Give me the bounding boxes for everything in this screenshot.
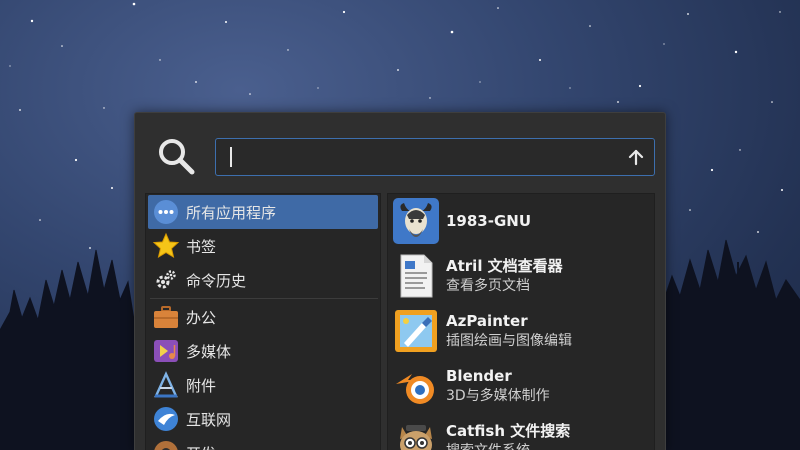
app-description: 3D与多媒体制作 (446, 388, 550, 404)
text-caret (230, 147, 232, 167)
application-list: 1983-GNU Atril 文档查看器 查看多页文档 AzPainter 插图… (387, 193, 655, 450)
application-menu: 所有应用程序 书签 命令历史 办公 多媒体 附件 互联网 1983-GNU At… (134, 112, 666, 450)
internet-icon (152, 405, 180, 433)
category-label: 所有应用程序 (186, 203, 277, 222)
accessories-icon (152, 371, 180, 399)
clear-arrow-icon[interactable] (626, 147, 646, 167)
category-bookmarks[interactable]: 书签 (148, 229, 378, 263)
document-viewer-icon (392, 252, 440, 300)
star-icon (152, 232, 180, 260)
category-separator (150, 298, 378, 299)
category-all-apps[interactable]: 所有应用程序 (148, 195, 378, 229)
app-item-azpainter[interactable]: AzPainter 插图绘画与图像编辑 (390, 304, 652, 358)
app-name: Catfish 文件搜索 (446, 422, 571, 440)
development-icon (152, 439, 180, 450)
search-input[interactable] (215, 138, 655, 176)
search-icon (159, 139, 195, 175)
category-internet[interactable]: 互联网 (148, 402, 378, 436)
category-list: 所有应用程序 书签 命令历史 办公 多媒体 附件 互联网 (145, 193, 381, 450)
app-description: 查看多页文档 (446, 278, 530, 294)
category-development[interactable]: 开发 (148, 436, 378, 450)
app-item-catfish[interactable]: Catfish 文件搜索 搜索文件系统 (390, 414, 652, 450)
app-name: AzPainter (446, 312, 528, 330)
app-item-1983-gnu[interactable]: 1983-GNU (390, 194, 652, 248)
app-name: Atril 文档查看器 (446, 257, 563, 275)
category-office[interactable]: 办公 (148, 300, 378, 334)
azpainter-icon (392, 307, 440, 355)
gnu-icon (392, 197, 440, 245)
blender-icon (392, 362, 440, 410)
category-label: 多媒体 (186, 342, 232, 361)
app-description: 插图绘画与图像编辑 (446, 333, 572, 349)
app-item-atril[interactable]: Atril 文档查看器 查看多页文档 (390, 249, 652, 303)
app-name: Blender (446, 367, 512, 385)
category-label: 附件 (186, 376, 217, 395)
gears-icon (152, 266, 180, 294)
category-label: 书签 (186, 237, 217, 256)
app-description: 搜索文件系统 (446, 441, 570, 450)
all-apps-icon (152, 198, 180, 226)
category-label: 开发 (186, 443, 216, 450)
multimedia-icon (152, 337, 180, 365)
app-item-blender[interactable]: Blender 3D与多媒体制作 (390, 359, 652, 413)
category-multimedia[interactable]: 多媒体 (148, 334, 378, 368)
category-accessories[interactable]: 附件 (148, 368, 378, 402)
app-name: 1983-GNU (446, 212, 532, 230)
search-bar (135, 113, 665, 193)
catfish-icon (392, 417, 440, 450)
briefcase-icon (152, 303, 180, 331)
category-label: 办公 (186, 308, 217, 327)
category-label: 互联网 (186, 410, 232, 429)
category-command-history[interactable]: 命令历史 (148, 263, 378, 297)
category-label: 命令历史 (186, 271, 247, 290)
